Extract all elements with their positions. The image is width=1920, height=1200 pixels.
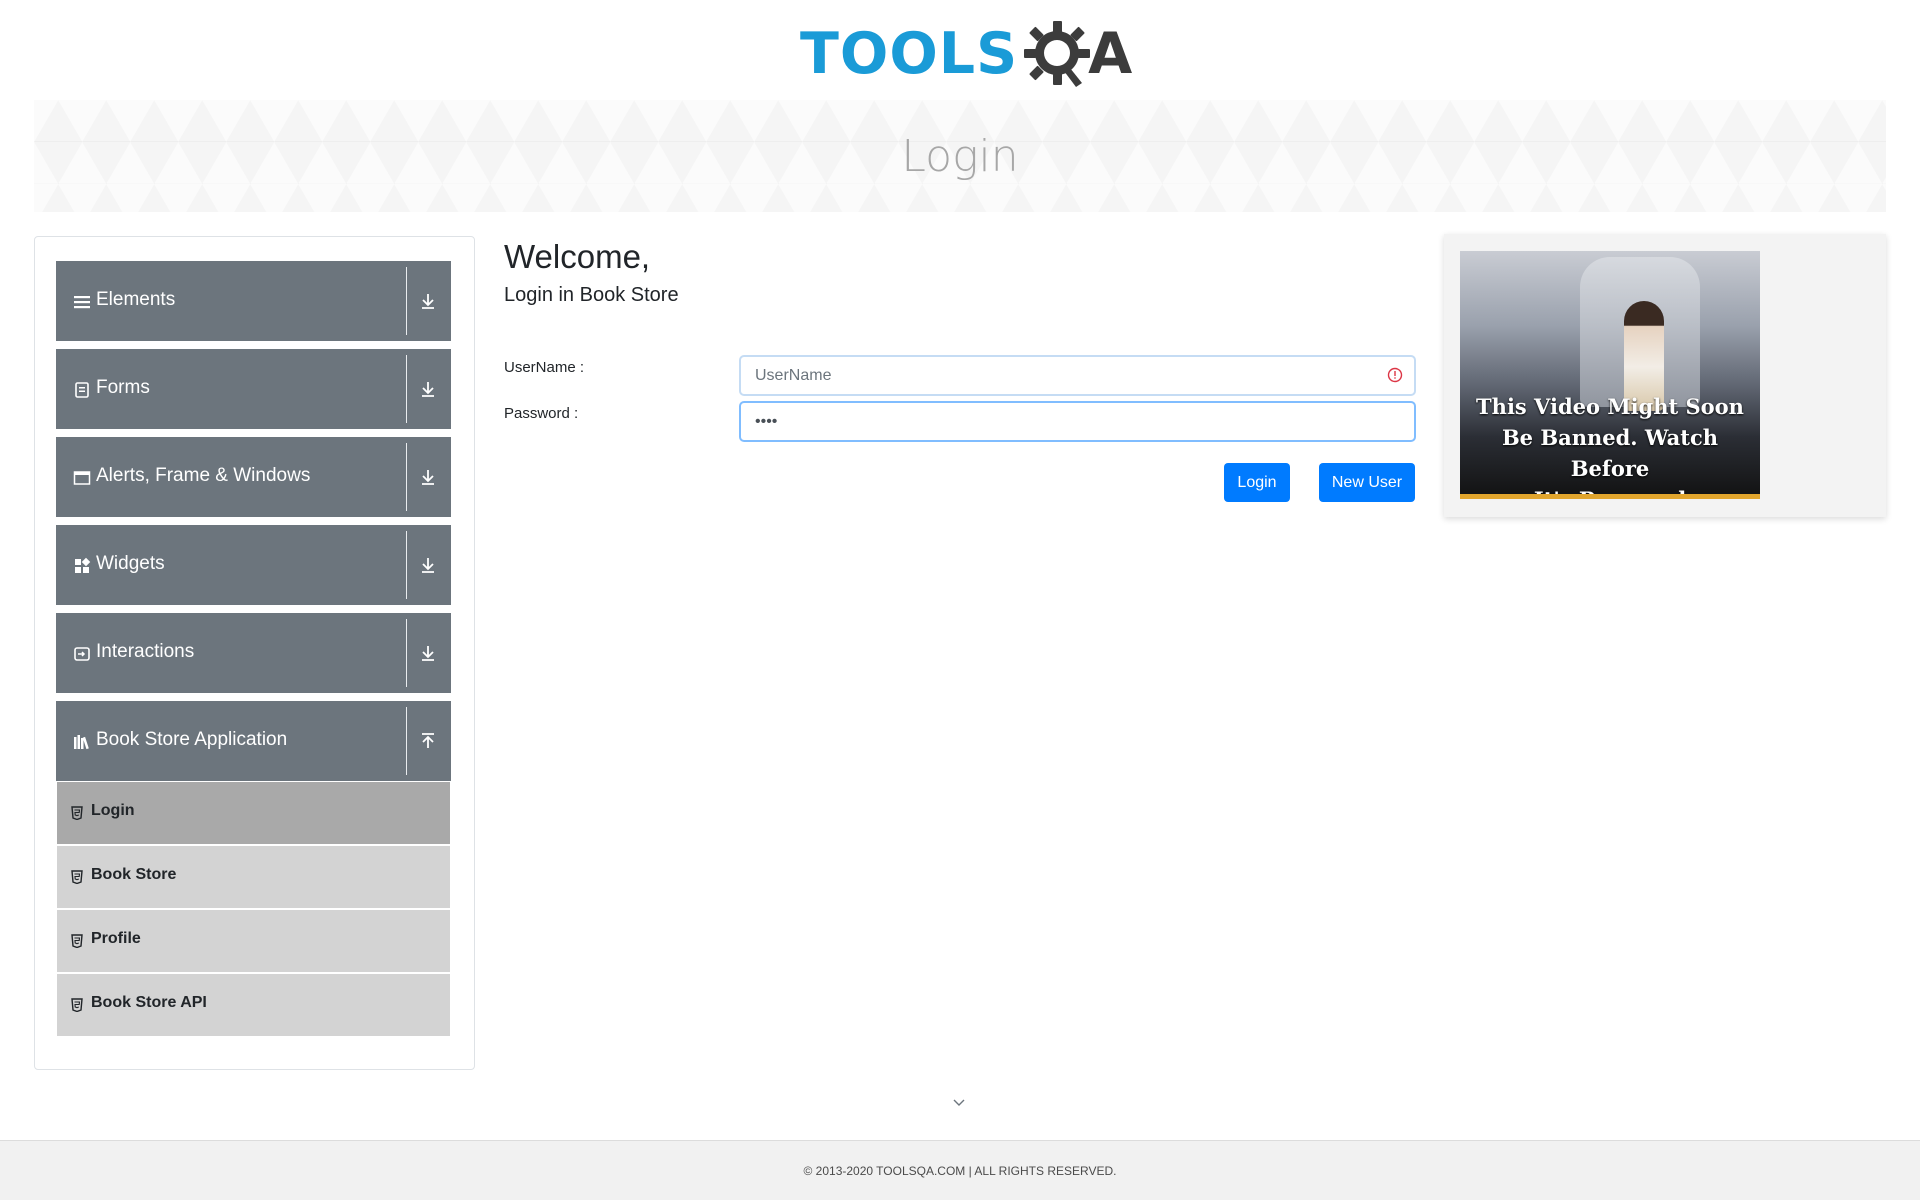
- item-icon: [71, 869, 83, 885]
- ad-panel: This Video Might Soon Be Banned. Watch B…: [1444, 234, 1886, 517]
- divider: [406, 355, 407, 423]
- divider: [406, 267, 407, 335]
- sidebar-item-label: Book Store API: [91, 994, 207, 1011]
- list-icon: [73, 293, 91, 311]
- password-label: Password :: [504, 405, 579, 422]
- form-icon: [73, 381, 91, 399]
- sidebar-group-label: Book Store Application: [96, 729, 288, 750]
- ad-bar: [1460, 494, 1760, 499]
- welcome-heading: Welcome,: [504, 238, 651, 275]
- sidebar-item-label: Login: [91, 802, 135, 819]
- sidebar-group-label: Alerts, Frame & Windows: [96, 465, 311, 486]
- item-icon: [71, 997, 83, 1013]
- expand-down-icon[interactable]: [416, 553, 440, 577]
- divider: [406, 443, 407, 511]
- sidebar-group-label: Widgets: [96, 553, 165, 574]
- sidebar-group-label: Elements: [96, 289, 176, 310]
- widgets-icon: [73, 557, 91, 575]
- gear-magnifier-icon: [1020, 17, 1094, 91]
- expand-down-icon[interactable]: [416, 465, 440, 489]
- interaction-icon: [73, 645, 91, 663]
- sidebar-item-label: Profile: [91, 930, 141, 947]
- sidebar-group-alerts[interactable]: Alerts, Frame & Windows: [56, 437, 451, 517]
- password-input[interactable]: [740, 402, 1415, 441]
- logo-qa: A: [1020, 17, 1132, 91]
- username-input[interactable]: [740, 356, 1415, 395]
- ad-caption-line: Be Banned. Watch Before: [1501, 425, 1719, 481]
- logo-text-a: A: [1088, 20, 1133, 87]
- logo-text-tools: TOOLS: [800, 20, 1019, 87]
- copyright-text: © 2013-2020 TOOLSQA.COM | ALL RIGHTS RES…: [803, 1163, 1117, 1178]
- ad-caption-line: This Video Might Soon: [1476, 394, 1744, 419]
- window-icon: [73, 469, 91, 487]
- sidebar-group-book-store[interactable]: Book Store Application: [56, 701, 451, 781]
- expand-down-icon[interactable]: [416, 641, 440, 665]
- toolsqa-logo[interactable]: TOOLS A: [800, 14, 1132, 94]
- page-title: Login: [901, 130, 1019, 182]
- books-icon: [73, 733, 91, 751]
- sidebar-group-widgets[interactable]: Widgets: [56, 525, 451, 605]
- chevron-down-icon[interactable]: [951, 1094, 967, 1110]
- ad-video-thumbnail[interactable]: This Video Might Soon Be Banned. Watch B…: [1460, 251, 1760, 499]
- expand-down-icon[interactable]: [416, 289, 440, 313]
- new-user-button[interactable]: New User: [1319, 463, 1415, 502]
- login-button[interactable]: Login: [1224, 463, 1290, 502]
- sidebar-group-elements[interactable]: Elements: [56, 261, 451, 341]
- sidebar-group-label: Forms: [96, 377, 150, 398]
- sidebar-item-profile[interactable]: Profile: [57, 910, 450, 972]
- sidebar-group-forms[interactable]: Forms: [56, 349, 451, 429]
- site-footer: © 2013-2020 TOOLSQA.COM | ALL RIGHTS RES…: [0, 1140, 1920, 1200]
- site-header: TOOLS A: [0, 0, 1920, 100]
- sidebar-item-login[interactable]: Login: [57, 782, 450, 844]
- item-icon: [71, 933, 83, 949]
- ad-caption: This Video Might Soon Be Banned. Watch B…: [1460, 391, 1760, 499]
- expand-down-icon[interactable]: [416, 377, 440, 401]
- sidebar-item-label: Book Store: [91, 866, 177, 883]
- divider: [406, 707, 407, 775]
- sidebar-group-label: Interactions: [96, 641, 195, 662]
- username-label: UserName :: [504, 359, 585, 376]
- error-icon: [1386, 366, 1404, 384]
- sidebar-item-book-store[interactable]: Book Store: [57, 846, 450, 908]
- divider: [406, 619, 407, 687]
- collapse-up-icon[interactable]: [416, 729, 440, 753]
- divider: [406, 531, 407, 599]
- sidebar-nav: Elements Forms Alerts, Frame & Windows W…: [34, 236, 475, 1070]
- page-banner: Login: [34, 100, 1886, 212]
- sidebar-group-interactions[interactable]: Interactions: [56, 613, 451, 693]
- item-icon: [71, 805, 83, 821]
- login-subtitle: Login in Book Store: [504, 284, 679, 306]
- sidebar-item-book-store-api[interactable]: Book Store API: [57, 974, 450, 1036]
